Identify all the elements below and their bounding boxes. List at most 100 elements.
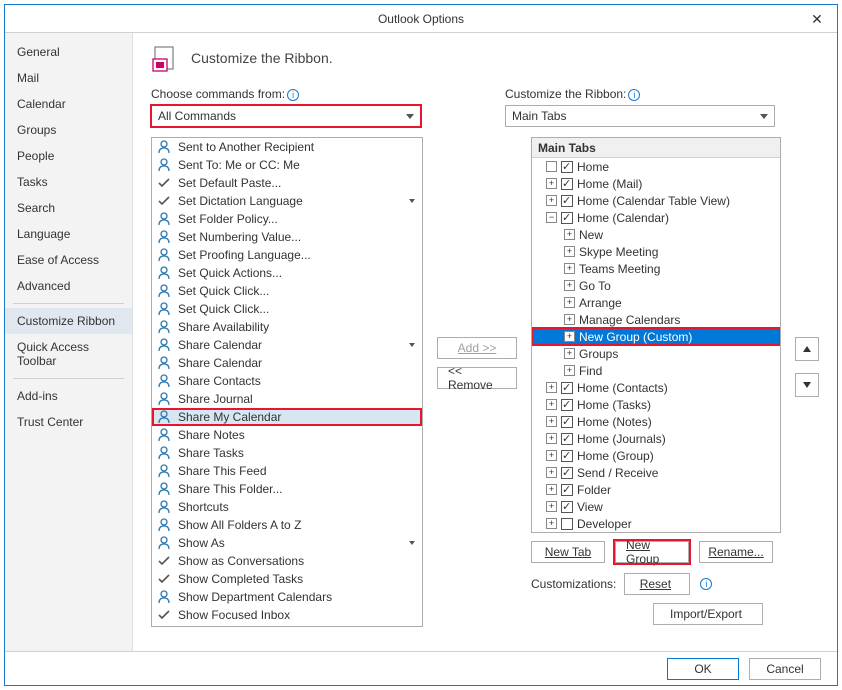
checkbox[interactable] [561, 416, 573, 428]
command-item[interactable]: Shortcuts [152, 498, 422, 516]
command-item[interactable]: Share My Calendar [152, 408, 422, 426]
remove-button[interactable]: << Remove [437, 367, 517, 389]
expand-toggle[interactable]: + [546, 416, 557, 427]
command-item[interactable]: Share Contacts [152, 372, 422, 390]
info-icon[interactable]: i [628, 89, 640, 101]
sidebar-item-people[interactable]: People [5, 143, 132, 169]
command-item[interactable]: Share Calendar [152, 336, 422, 354]
tree-node[interactable]: −Home (Calendar) [532, 209, 780, 226]
checkbox[interactable] [561, 382, 573, 394]
command-item[interactable]: Share Tasks [152, 444, 422, 462]
commands-list[interactable]: Sent to Another RecipientSent To: Me or … [151, 137, 423, 627]
command-item[interactable]: Show All Folders A to Z [152, 516, 422, 534]
tree-node[interactable]: +New Group (Custom) [532, 328, 780, 345]
sidebar-item-search[interactable]: Search [5, 195, 132, 221]
expand-toggle[interactable]: + [564, 263, 575, 274]
cancel-button[interactable]: Cancel [749, 658, 821, 680]
command-item[interactable]: Show Completed Tasks [152, 570, 422, 588]
command-item[interactable]: Set Folder Policy... [152, 210, 422, 228]
command-item[interactable]: Set Numbering Value... [152, 228, 422, 246]
reset-button[interactable]: Reset [624, 573, 690, 595]
tree-node[interactable]: +Developer [532, 515, 780, 532]
checkbox[interactable] [561, 212, 573, 224]
sidebar-item-general[interactable]: General [5, 39, 132, 65]
checkbox[interactable] [561, 484, 573, 496]
ok-button[interactable]: OK [667, 658, 739, 680]
tabs-tree[interactable]: Main Tabs Home+Home (Mail)+Home (Calenda… [531, 137, 781, 533]
tree-node[interactable]: +Send / Receive [532, 464, 780, 481]
checkbox[interactable] [561, 195, 573, 207]
checkbox[interactable] [561, 501, 573, 513]
expand-toggle[interactable]: + [546, 484, 557, 495]
tree-node[interactable]: +Arrange [532, 294, 780, 311]
checkbox[interactable] [561, 178, 573, 190]
move-down-button[interactable] [795, 373, 819, 397]
command-item[interactable]: Share Availability [152, 318, 422, 336]
tree-node[interactable]: +Find [532, 362, 780, 379]
expand-toggle[interactable]: + [564, 331, 575, 342]
new-tab-button[interactable]: New Tab [531, 541, 605, 563]
tree-node[interactable]: +Home (Calendar Table View) [532, 192, 780, 209]
tree-node[interactable]: +Teams Meeting [532, 260, 780, 277]
checkbox[interactable] [561, 161, 573, 173]
command-item[interactable]: Set Quick Actions... [152, 264, 422, 282]
tree-node[interactable]: +Folder [532, 481, 780, 498]
sidebar-item-calendar[interactable]: Calendar [5, 91, 132, 117]
command-item[interactable]: Set Dictation Language [152, 192, 422, 210]
sidebar-item-advanced[interactable]: Advanced [5, 273, 132, 299]
command-item[interactable]: Set Quick Click... [152, 282, 422, 300]
sidebar-item-tasks[interactable]: Tasks [5, 169, 132, 195]
expand-toggle[interactable]: + [546, 467, 557, 478]
tree-node[interactable]: +Groups [532, 345, 780, 362]
command-item[interactable]: Set Quick Click... [152, 300, 422, 318]
command-item[interactable]: Set Proofing Language... [152, 246, 422, 264]
rename-button[interactable]: Rename... [699, 541, 773, 563]
expand-toggle[interactable]: + [546, 178, 557, 189]
customize-ribbon-dropdown[interactable]: Main Tabs [505, 105, 775, 127]
sidebar-item-add-ins[interactable]: Add-ins [5, 383, 132, 409]
tree-node[interactable]: +Skype Meeting [532, 243, 780, 260]
command-item[interactable]: Share Notes [152, 426, 422, 444]
expand-toggle[interactable]: + [564, 348, 575, 359]
command-item[interactable]: Show in Groups [152, 624, 422, 627]
expand-toggle[interactable]: + [564, 229, 575, 240]
sidebar-item-language[interactable]: Language [5, 221, 132, 247]
tree-node[interactable]: +Home (Tasks) [532, 396, 780, 413]
expand-toggle[interactable]: + [546, 433, 557, 444]
tree-node[interactable]: +Home (Journals) [532, 430, 780, 447]
info-icon[interactable]: i [287, 89, 299, 101]
tree-node[interactable]: +Manage Calendars [532, 311, 780, 328]
tree-node[interactable]: +New [532, 226, 780, 243]
expand-toggle[interactable]: + [546, 399, 557, 410]
expand-toggle[interactable]: + [546, 518, 557, 529]
import-export-button[interactable]: Import/Export [653, 603, 763, 625]
command-item[interactable]: Share Calendar [152, 354, 422, 372]
command-item[interactable]: Show Focused Inbox [152, 606, 422, 624]
commands-from-dropdown[interactable]: All Commands [151, 105, 421, 127]
tree-node[interactable]: +View [532, 498, 780, 515]
sidebar-item-groups[interactable]: Groups [5, 117, 132, 143]
expand-toggle[interactable]: + [564, 365, 575, 376]
sidebar-item-mail[interactable]: Mail [5, 65, 132, 91]
command-item[interactable]: Sent To: Me or CC: Me [152, 156, 422, 174]
command-item[interactable]: Set Default Paste... [152, 174, 422, 192]
checkbox[interactable] [561, 399, 573, 411]
info-icon[interactable]: i [700, 578, 712, 590]
checkbox[interactable] [561, 433, 573, 445]
checkbox[interactable] [561, 467, 573, 479]
checkbox[interactable] [561, 518, 573, 530]
command-item[interactable]: Show as Conversations [152, 552, 422, 570]
expand-toggle[interactable]: + [546, 195, 557, 206]
add-button[interactable]: Add >> [437, 337, 517, 359]
close-button[interactable]: ✕ [797, 5, 837, 33]
tree-node[interactable]: +Home (Contacts) [532, 379, 780, 396]
tree-node[interactable]: +Go To [532, 277, 780, 294]
expand-toggle[interactable]: + [564, 246, 575, 257]
expand-toggle[interactable]: + [564, 280, 575, 291]
expand-toggle[interactable]: − [546, 212, 557, 223]
tree-node[interactable]: +Home (Mail) [532, 175, 780, 192]
command-item[interactable]: Share This Feed [152, 462, 422, 480]
move-up-button[interactable] [795, 337, 819, 361]
expand-toggle[interactable]: + [546, 450, 557, 461]
expand-toggle[interactable]: + [546, 501, 557, 512]
